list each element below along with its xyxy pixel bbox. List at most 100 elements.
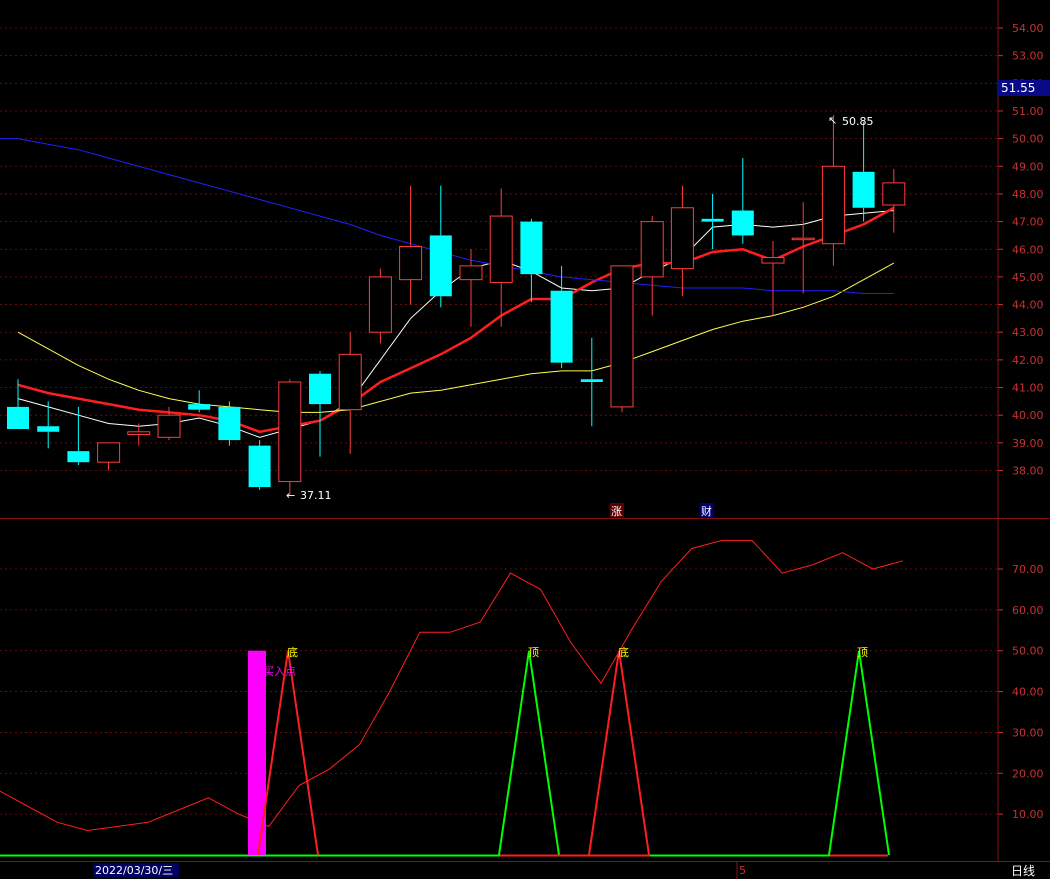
candle-up bbox=[338, 332, 362, 454]
candle-body bbox=[670, 207, 694, 270]
candle-down bbox=[731, 157, 754, 244]
price-tick-label: 50.00 bbox=[1012, 133, 1044, 146]
price-tick-label: 39.00 bbox=[1012, 437, 1044, 450]
candle-body bbox=[218, 406, 241, 441]
price-tick-label: 44.00 bbox=[1012, 299, 1044, 312]
price-tick-label: 47.00 bbox=[1012, 216, 1044, 229]
candle-body bbox=[520, 221, 543, 275]
candle-up bbox=[278, 379, 302, 496]
top-label-2: 顶 bbox=[857, 646, 868, 659]
candle-body bbox=[459, 265, 483, 281]
candle-up bbox=[489, 188, 513, 327]
candle-body bbox=[610, 265, 634, 408]
candle-up bbox=[399, 185, 423, 305]
high-arrow: ↖ bbox=[828, 114, 837, 127]
bottom-signal-spike bbox=[588, 650, 650, 856]
candle-body bbox=[852, 171, 875, 208]
candle-up bbox=[882, 169, 906, 233]
osc-tick-label: 50.00 bbox=[1012, 645, 1044, 658]
candle-body bbox=[127, 431, 151, 436]
candle-down bbox=[580, 337, 603, 427]
candle-body bbox=[368, 276, 392, 333]
candle-down bbox=[520, 218, 543, 302]
candle-body bbox=[791, 237, 815, 241]
candle-down bbox=[429, 185, 452, 308]
candle-body bbox=[157, 414, 181, 438]
event-marker-2[interactable]: 财 bbox=[701, 504, 712, 518]
candle-body bbox=[640, 221, 664, 278]
candle-body bbox=[338, 353, 362, 411]
candle-down bbox=[67, 406, 90, 465]
osc-tick-label: 20.00 bbox=[1012, 767, 1044, 780]
candle-body bbox=[550, 290, 573, 363]
price-tick-label: 46.00 bbox=[1012, 243, 1044, 256]
candle-down bbox=[309, 370, 331, 457]
price-tick-label: 42.00 bbox=[1012, 354, 1044, 367]
candle-body bbox=[731, 210, 754, 236]
grid-lines bbox=[0, 27, 998, 815]
candle-down bbox=[852, 122, 875, 222]
candle-up bbox=[610, 265, 634, 413]
low-arrow: ← bbox=[286, 489, 295, 502]
date-label: 2022/03/30/三 bbox=[95, 864, 173, 877]
ma-line-white bbox=[17, 210, 894, 438]
month-marker: 5 bbox=[739, 864, 746, 877]
candle-down bbox=[701, 193, 724, 250]
period-label[interactable]: 日线 bbox=[1011, 864, 1035, 878]
top-label-1: 顶 bbox=[528, 646, 539, 659]
bottom-label-1: 底 bbox=[287, 645, 298, 659]
oscillator-pane bbox=[0, 539, 904, 857]
price-tick-label: 48.00 bbox=[1012, 188, 1044, 201]
candle-up bbox=[127, 423, 151, 446]
bottom-label-2: 底 bbox=[618, 645, 629, 659]
candle-body bbox=[399, 245, 423, 281]
candle-body bbox=[701, 218, 724, 222]
candle-up bbox=[459, 249, 483, 327]
price-tick-label: 41.00 bbox=[1012, 382, 1044, 395]
top-signal-spike bbox=[498, 650, 560, 856]
candle-up bbox=[368, 268, 392, 344]
bottom-signal-spike bbox=[257, 650, 319, 856]
event-marker-1[interactable]: 涨 bbox=[611, 505, 622, 518]
candle-body bbox=[97, 442, 121, 463]
candle-up bbox=[791, 202, 815, 294]
price-tick-label: 40.00 bbox=[1012, 409, 1044, 422]
candle-up bbox=[97, 442, 121, 471]
candle-down bbox=[550, 265, 573, 369]
price-tick-label: 45.00 bbox=[1012, 271, 1044, 284]
top-signal-spike bbox=[828, 650, 890, 856]
candle-down bbox=[218, 401, 241, 446]
ma-line-yellow bbox=[17, 262, 895, 413]
osc-tick-label: 10.00 bbox=[1012, 808, 1044, 821]
price-tick-label: 51.00 bbox=[1012, 105, 1044, 118]
candle-down bbox=[37, 401, 60, 449]
candle-up bbox=[821, 115, 845, 266]
candlesticks bbox=[7, 115, 906, 496]
candle-up bbox=[640, 216, 664, 316]
candle-body bbox=[248, 445, 271, 488]
candle-body bbox=[67, 451, 90, 463]
stock-chart[interactable]: 54.0053.0052.0051.0050.0049.0048.0047.00… bbox=[0, 0, 1050, 879]
candle-body bbox=[580, 379, 603, 382]
candle-body bbox=[278, 381, 302, 483]
osc-tick-label: 40.00 bbox=[1012, 686, 1044, 699]
price-tick-label: 54.00 bbox=[1012, 22, 1044, 35]
osc-tick-label: 70.00 bbox=[1012, 563, 1044, 576]
candle-body bbox=[7, 406, 29, 430]
candle-body bbox=[761, 257, 785, 264]
price-tick-label: 49.00 bbox=[1012, 160, 1044, 173]
candle-body bbox=[821, 165, 845, 245]
ma-line-red bbox=[17, 206, 895, 434]
candle-body bbox=[489, 215, 513, 283]
candle-down bbox=[248, 440, 271, 490]
price-tick-label: 38.00 bbox=[1012, 465, 1044, 478]
current-price-label: 51.55 bbox=[1001, 81, 1035, 95]
candle-body bbox=[309, 373, 331, 405]
osc-tick-label: 30.00 bbox=[1012, 726, 1044, 739]
axis-ticks: 54.0053.0052.0051.0050.0049.0048.0047.00… bbox=[998, 22, 1044, 821]
candle-body bbox=[37, 426, 60, 432]
candle-down bbox=[188, 390, 211, 413]
price-tick-label: 43.00 bbox=[1012, 326, 1044, 339]
candle-body bbox=[882, 182, 906, 206]
price-tick-label: 53.00 bbox=[1012, 50, 1044, 63]
